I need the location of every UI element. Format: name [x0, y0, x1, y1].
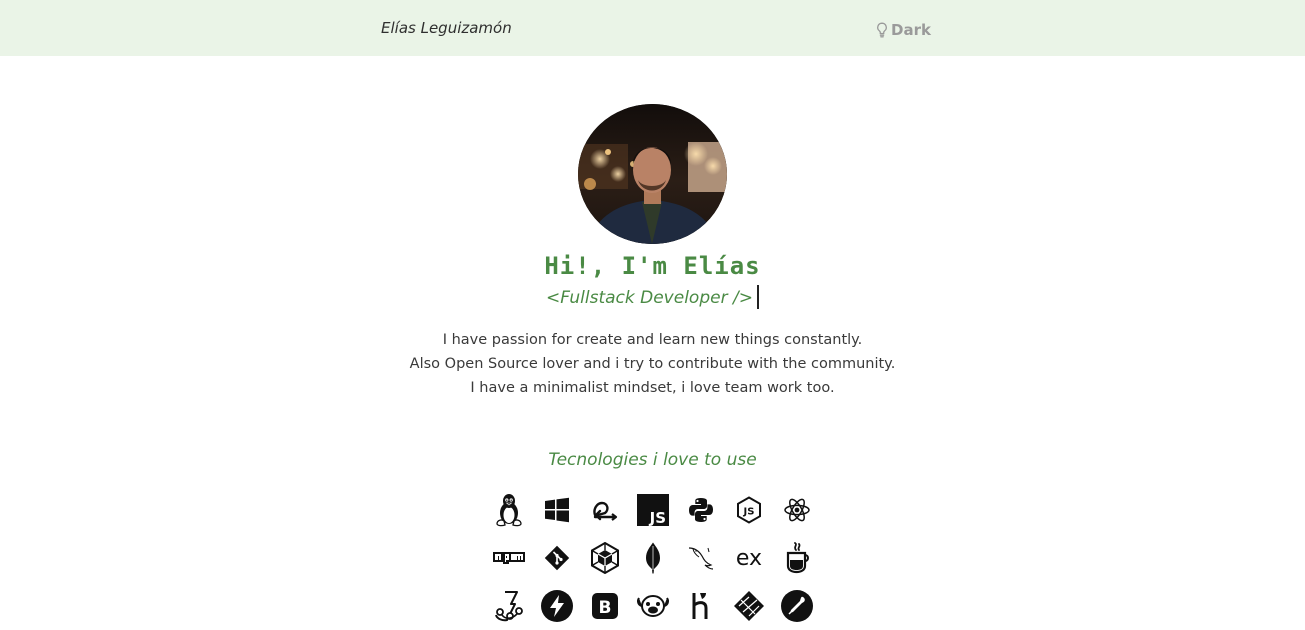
top-navbar: Elías Leguizamón Dark	[0, 0, 1305, 56]
jest-icon	[485, 582, 533, 630]
heroku-icon	[677, 582, 725, 630]
netlify-icon	[725, 582, 773, 630]
npm-icon	[485, 534, 533, 582]
pug-icon	[629, 582, 677, 630]
hero-greeting: Hi!, I'm Elías	[544, 252, 761, 280]
role-text: <Fullstack Developer />	[546, 288, 753, 308]
fastify-icon	[533, 582, 581, 630]
hero-role: <Fullstack Developer />	[0, 285, 1305, 309]
scrum-icon	[581, 486, 629, 534]
theme-toggle-button[interactable]: Dark	[876, 21, 931, 39]
bio-paragraph: I have passion for create and learn new …	[0, 328, 1305, 400]
technologies-icon-grid: JS JS ex B	[485, 486, 821, 630]
typing-cursor	[756, 285, 759, 309]
svg-text:JS: JS	[743, 507, 755, 518]
lightbulb-icon	[876, 22, 888, 38]
brand-name[interactable]: Elías Leguizamón	[381, 19, 512, 37]
theme-toggle-label: Dark	[891, 21, 931, 39]
git-icon	[533, 534, 581, 582]
svg-text:ex: ex	[736, 547, 762, 569]
linux-icon	[485, 486, 533, 534]
technologies-title: Tecnologies i love to use	[548, 450, 757, 470]
bootstrap-icon: B	[581, 582, 629, 630]
profile-avatar	[578, 104, 727, 244]
bio-line: I have passion for create and learn new …	[442, 332, 863, 348]
mongodb-icon	[629, 534, 677, 582]
mysql-icon	[677, 534, 725, 582]
express-icon: ex	[725, 534, 773, 582]
javascript-icon: JS	[629, 486, 677, 534]
python-icon	[677, 486, 725, 534]
postman-icon	[773, 582, 821, 630]
svg-text:B: B	[599, 598, 612, 618]
windows-icon	[533, 486, 581, 534]
svg-text:JS: JS	[649, 509, 666, 526]
java-icon	[773, 534, 821, 582]
nodejs-icon: JS	[725, 486, 773, 534]
bio-line: Also Open Source lover and i try to cont…	[409, 356, 896, 372]
react-icon	[773, 486, 821, 534]
bio-line: I have a minimalist mindset, i love team…	[470, 380, 835, 396]
webpack-icon	[581, 534, 629, 582]
